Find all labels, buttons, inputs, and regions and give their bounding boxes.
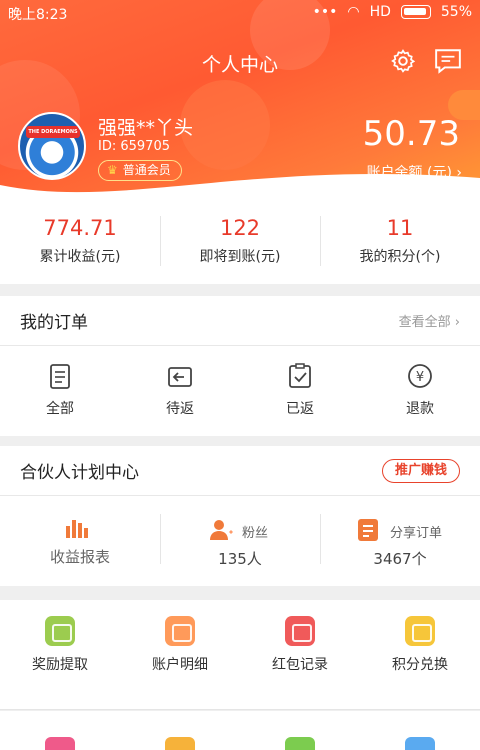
order-filter-label: 退款 (406, 401, 434, 417)
stat-value: 122 (219, 216, 261, 240)
more-dots-icon: ••• (312, 4, 338, 20)
service-label: 红包记录 (272, 657, 328, 673)
services-card: 奖励提取 账户明细 红包记录 积分兑换 (0, 600, 480, 710)
stat-label: 我的积分(个) (359, 249, 441, 265)
fans-icon (210, 520, 233, 540)
account-balance-label[interactable]: 账户余额 (元) › (367, 162, 462, 182)
message-icon[interactable] (434, 48, 462, 74)
coins-icon (405, 616, 435, 646)
order-filter-label: 已返 (286, 401, 314, 417)
user-id: ID: 659705 (98, 139, 170, 154)
order-filter-label: 待返 (166, 401, 194, 417)
fans-stat[interactable]: 粉丝 135人 (160, 496, 320, 584)
stat-pending[interactable]: 122 即将到账(元) (160, 198, 320, 284)
more-services-row (0, 711, 480, 750)
partner-card: 合伙人计划中心 推广赚钱 收益报表 粉丝 135人 分享订单 3467个 (0, 446, 480, 586)
battery-icon (400, 5, 431, 19)
service-label: 奖励提取 (32, 657, 88, 673)
order-filter-refund[interactable]: ¥ 退款 (360, 346, 480, 418)
return-arrow-icon (168, 367, 192, 387)
partner-title: 合伙人计划中心 (20, 463, 139, 483)
shared-orders-stat[interactable]: 分享订单 3467个 (320, 496, 480, 584)
avatar[interactable]: THE DORAEMONS (18, 112, 86, 180)
clipboard-check-icon (289, 363, 311, 388)
crown-icon: ♛ (107, 163, 118, 177)
service-label: 账户明细 (152, 657, 208, 673)
username: 强强**丫头 (98, 117, 194, 139)
clipboard-list-icon (50, 364, 70, 389)
service-account-details[interactable]: 账户明细 (120, 600, 240, 674)
stat-label: 累计收益(元) (39, 249, 121, 265)
network-label: HD (369, 4, 391, 20)
service-icon-partial[interactable] (165, 737, 195, 750)
wifi-icon: ◠ (347, 4, 360, 20)
gear-icon[interactable] (390, 48, 416, 74)
order-filter-returned[interactable]: 已返 (240, 346, 360, 418)
status-time: 晚上8:23 (8, 7, 68, 23)
stat-value: 774.71 (43, 216, 117, 240)
status-bar: 晚上8:23 ••• ◠ HD 55% (0, 0, 480, 26)
promote-earn-button[interactable]: 推广赚钱 (381, 458, 460, 483)
account-balance[interactable]: 50.73 (363, 114, 460, 154)
avatar-banner: THE DORAEMONS (26, 126, 80, 138)
shared-orders-icon (358, 519, 378, 541)
service-icon-partial[interactable] (285, 737, 315, 750)
fans-value: 135人 (218, 550, 262, 568)
member-badge: ♛ 普通会员 (98, 160, 182, 181)
refund-yuan-icon: ¥ (408, 364, 432, 388)
stat-label: 即将到账(元) (199, 249, 281, 265)
shared-orders-label: 分享订单 (390, 526, 443, 541)
ledger-icon (165, 616, 195, 646)
wallet-icon (45, 616, 75, 646)
stat-total-earnings[interactable]: 774.71 累计收益(元) (0, 198, 160, 284)
partner-header: 合伙人计划中心 推广赚钱 (0, 446, 480, 496)
stat-points[interactable]: 11 我的积分(个) (320, 198, 480, 284)
battery-percent: 55% (440, 4, 472, 20)
bar-chart-icon (66, 520, 88, 538)
order-filter-pending[interactable]: 待返 (120, 346, 240, 418)
earnings-report-label: 收益报表 (49, 548, 110, 566)
orders-card: 我的订单 查看全部 › 全部 待返 已返 ¥ 退款 (0, 296, 480, 436)
stat-value: 11 (386, 216, 414, 240)
svg-text:¥: ¥ (416, 370, 424, 385)
order-filter-all[interactable]: 全部 (0, 346, 120, 418)
red-envelope-icon (285, 616, 315, 646)
orders-title: 我的订单 (20, 313, 88, 333)
order-filter-label: 全部 (46, 401, 74, 417)
service-reward-withdraw[interactable]: 奖励提取 (0, 600, 120, 674)
earnings-report[interactable]: 收益报表 (0, 496, 160, 584)
orders-header: 我的订单 查看全部 › (0, 296, 480, 346)
member-badge-label: 普通会员 (122, 163, 171, 177)
service-icon-partial[interactable] (45, 737, 75, 750)
service-label: 积分兑换 (392, 657, 448, 673)
service-icon-partial[interactable] (405, 737, 435, 750)
shared-orders-value: 3467个 (373, 550, 427, 568)
service-red-envelope-records[interactable]: 红包记录 (240, 600, 360, 674)
view-all-orders-link[interactable]: 查看全部 › (399, 311, 460, 330)
fans-label: 粉丝 (242, 526, 269, 541)
service-points-exchange[interactable]: 积分兑换 (360, 600, 480, 674)
earnings-stats: 774.71 累计收益(元) 122 即将到账(元) 11 我的积分(个) (0, 198, 480, 284)
